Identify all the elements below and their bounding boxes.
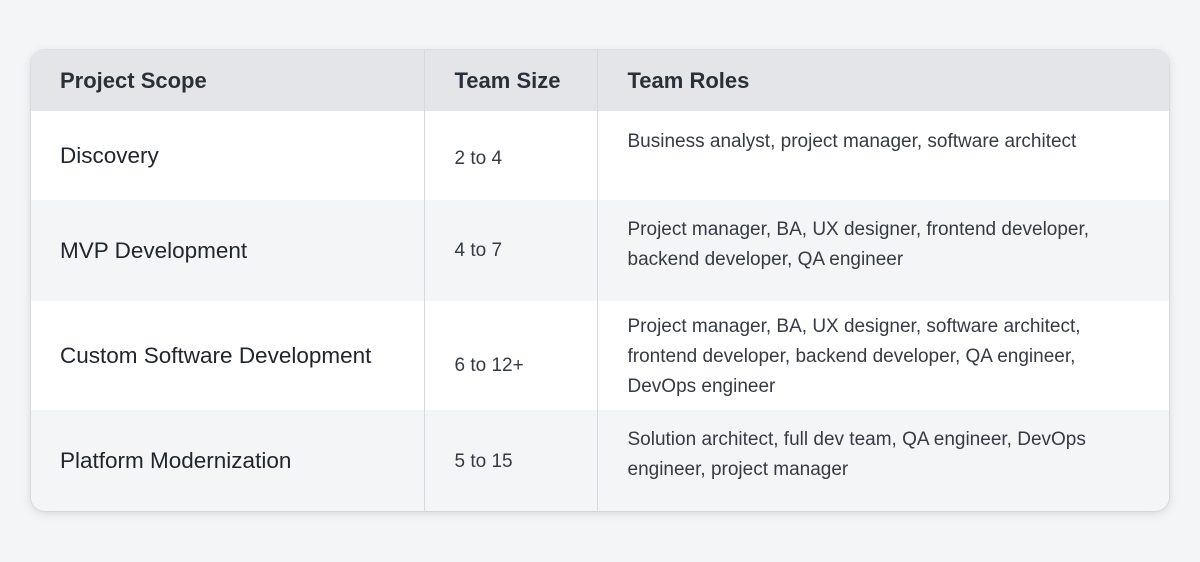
team-roles-cell: Project manager, BA, UX designer, softwa…	[627, 316, 1081, 397]
project-scope-cell: Platform Modernization	[31, 410, 425, 511]
team-size-cell: 5 to 15	[424, 410, 598, 511]
team-roles-cell: Business analyst, project manager, softw…	[627, 131, 1077, 152]
table-row: MVP Development 4 to 7 Project manager, …	[31, 200, 1169, 301]
project-scope-cell: MVP Development	[31, 200, 425, 301]
team-table: Project Scope Team Size Team Roles Disco…	[31, 50, 1169, 511]
team-size-cell: 4 to 7	[424, 200, 598, 301]
team-roles-cell: Solution architect, full dev team, QA en…	[627, 429, 1086, 480]
team-roles-cell: Project manager, BA, UX designer, fronte…	[627, 219, 1090, 270]
header-team-roles: Team Roles	[627, 67, 750, 93]
table-header: Project Scope Team Size Team Roles	[31, 50, 1169, 111]
table-row: Discovery 2 to 4 Business analyst, proje…	[31, 111, 1169, 200]
header-project-scope: Project Scope	[31, 50, 425, 111]
header-team-size: Team Size	[424, 50, 598, 111]
table-row: Custom Software Development 6 to 12+ Pro…	[31, 301, 1169, 410]
team-size-cell: 6 to 12+	[424, 301, 598, 410]
team-table-card: Project Scope Team Size Team Roles Disco…	[31, 50, 1169, 511]
table-body: Discovery 2 to 4 Business analyst, proje…	[31, 111, 1169, 511]
team-size-cell: 2 to 4	[424, 111, 598, 200]
project-scope-cell: Custom Software Development	[31, 301, 425, 410]
table-row: Platform Modernization 5 to 15 Solution …	[31, 410, 1169, 511]
header-row: Project Scope Team Size Team Roles	[31, 50, 1169, 111]
project-scope-cell: Discovery	[31, 111, 425, 200]
